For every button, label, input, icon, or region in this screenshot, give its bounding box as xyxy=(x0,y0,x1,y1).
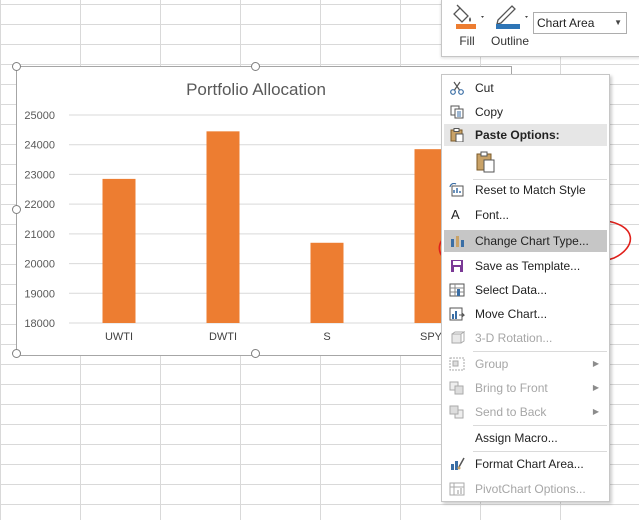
chevron-down-icon: ▼ xyxy=(614,18,622,27)
group-icon xyxy=(449,357,465,371)
menu-item-cut[interactable]: Cut xyxy=(444,77,607,99)
paste-options-label: Paste Options: xyxy=(475,128,560,142)
menu-label-pivotchart-options: PivotChart Options... xyxy=(475,482,586,496)
menu-label-send-back: Send to Back xyxy=(475,405,547,419)
font-icon: A xyxy=(451,207,460,222)
outline-button[interactable]: Outline xyxy=(488,2,532,54)
paste-option-keep-formatting[interactable] xyxy=(444,148,607,176)
menu-label-font: Font... xyxy=(475,208,510,222)
menu-label-3d-rotation: 3-D Rotation... xyxy=(475,331,553,345)
menu-separator xyxy=(473,351,607,352)
3d-rotation-icon xyxy=(451,331,465,344)
menu-item-group[interactable]: Group ▶ xyxy=(444,353,607,375)
outline-label: Outline xyxy=(490,34,530,48)
menu-label-copy: Copy xyxy=(475,105,504,119)
menu-item-format-chart-area[interactable]: Format Chart Area... xyxy=(444,453,607,475)
scissors-icon xyxy=(450,81,464,95)
chart-elements-value: Chart Area xyxy=(537,16,595,30)
menu-item-reset-style[interactable]: Reset to Match Style xyxy=(444,179,607,201)
context-menu: Cut Copy Paste Options: Reset to Match S… xyxy=(441,74,610,502)
menu-item-move-chart[interactable]: Move Chart... xyxy=(444,303,607,325)
send-to-back-icon xyxy=(449,405,464,419)
menu-label-cut: Cut xyxy=(475,81,494,95)
menu-label-reset-style: Reset to Match Style xyxy=(475,183,586,197)
menu-label-group: Group xyxy=(475,357,509,371)
submenu-arrow-icon: ▶ xyxy=(592,383,599,392)
pivotchart-icon xyxy=(449,482,465,496)
menu-separator xyxy=(473,451,607,452)
paste-clipboard-icon xyxy=(476,151,495,173)
menu-label-change-chart-type: Change Chart Type... xyxy=(475,234,589,248)
copy-icon xyxy=(450,105,464,119)
menu-item-save-template[interactable]: Save as Template... xyxy=(444,255,607,277)
submenu-arrow-icon: ▶ xyxy=(592,407,599,416)
pen-outline-icon xyxy=(496,5,528,29)
menu-item-pivotchart-options[interactable]: PivotChart Options... xyxy=(444,478,607,500)
select-data-icon xyxy=(449,283,465,297)
menu-item-3d-rotation[interactable]: 3-D Rotation... xyxy=(444,327,607,349)
fill-button[interactable]: Fill xyxy=(448,2,486,54)
menu-item-assign-macro[interactable]: Assign Macro... xyxy=(444,427,607,449)
menu-item-change-chart-type[interactable]: Change Chart Type... xyxy=(444,230,607,252)
chart-elements-dropdown[interactable]: Chart Area ▼ xyxy=(533,12,627,34)
clipboard-icon xyxy=(450,128,464,142)
menu-label-select-data: Select Data... xyxy=(475,283,548,297)
menu-label-move-chart: Move Chart... xyxy=(475,307,548,321)
bring-to-front-icon xyxy=(449,381,464,395)
paste-options-header: Paste Options: xyxy=(444,124,607,146)
menu-separator xyxy=(473,425,607,426)
menu-label-save-template: Save as Template... xyxy=(475,259,581,273)
reset-style-icon xyxy=(449,183,464,197)
mini-toolbar: Fill Outline Chart Area ▼ xyxy=(441,0,639,57)
menu-label-bring-front: Bring to Front xyxy=(475,381,548,395)
menu-item-send-back[interactable]: Send to Back ▶ xyxy=(444,401,607,423)
format-chart-area-icon xyxy=(451,457,465,470)
menu-item-copy[interactable]: Copy xyxy=(444,101,607,123)
paint-bucket-icon xyxy=(453,4,484,29)
menu-label-format-chart-area: Format Chart Area... xyxy=(475,457,584,471)
save-template-icon xyxy=(451,260,463,272)
menu-label-assign-macro: Assign Macro... xyxy=(475,431,558,445)
fill-label: Fill xyxy=(459,34,475,48)
menu-item-font[interactable]: A Font... xyxy=(444,204,607,226)
submenu-arrow-icon: ▶ xyxy=(592,359,599,368)
move-chart-icon xyxy=(449,307,465,321)
chart-type-icon xyxy=(451,236,464,247)
menu-item-bring-front[interactable]: Bring to Front ▶ xyxy=(444,377,607,399)
menu-item-select-data[interactable]: Select Data... xyxy=(444,279,607,301)
